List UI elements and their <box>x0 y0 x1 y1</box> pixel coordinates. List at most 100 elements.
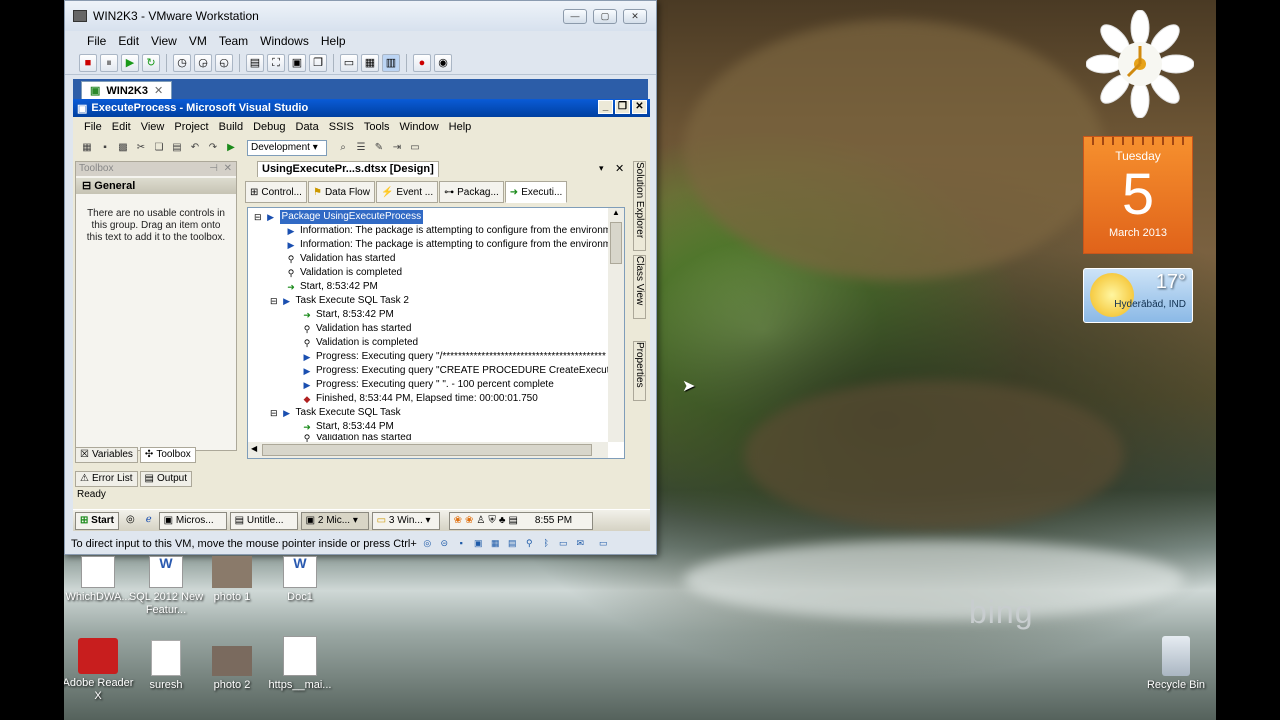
scroll-up-icon[interactable]: ▲ <box>608 208 624 222</box>
vs-menu-debug[interactable]: Debug <box>248 121 290 133</box>
pin-icon[interactable]: ⊣ <box>209 162 218 176</box>
power-off-icon[interactable]: ■ <box>79 53 97 72</box>
progress-tree[interactable]: ⊟ ▶ Package UsingExecuteProcess ▶ Informati… <box>247 207 625 459</box>
network-icon[interactable]: ▦ <box>489 537 502 550</box>
horizontal-scrollbar[interactable]: ◀ <box>248 442 608 458</box>
record-icon[interactable]: ● <box>413 53 431 72</box>
taskbar-item[interactable]: ▤ Untitle... <box>229 511 298 530</box>
tab-package-explorer[interactable]: ⊶ Packag... <box>439 181 504 203</box>
tree-row[interactable]: ➜ Start, 8:53:42 PM <box>302 308 394 322</box>
menu-edit[interactable]: Edit <box>112 34 145 48</box>
doc-close-icon[interactable]: ✕ <box>615 162 624 175</box>
tab-toolbox[interactable]: ✣ Toolbox <box>139 447 196 463</box>
vs-close-button[interactable]: ✕ <box>632 100 647 114</box>
desktop-icon-recycle-bin[interactable]: Recycle Bin <box>1136 636 1216 692</box>
find-icon[interactable]: ⌕ <box>335 140 351 156</box>
reset-icon[interactable]: ↻ <box>142 53 160 72</box>
tray-icon[interactable]: ♙ <box>476 513 485 529</box>
tree-row[interactable]: ➜ Start, 8:53:42 PM <box>286 280 378 294</box>
save-all-icon[interactable]: ▩ <box>115 140 131 156</box>
tree-row[interactable]: ▶ Progress: Executing query "/***********… <box>302 350 606 364</box>
vs-titlebar[interactable]: ▣ ExecuteProcess - Microsoft Visual Stud… <box>73 99 650 117</box>
tab-control-flow[interactable]: ⊞ Control... <box>245 181 307 203</box>
vs-menu-project[interactable]: Project <box>169 121 213 133</box>
tab-solution-explorer[interactable]: Solution Explorer <box>633 161 646 251</box>
paste-icon[interactable]: ▤ <box>169 140 185 156</box>
vmware-window[interactable]: WIN2K3 - VMware Workstation — ▢ ✕ File E… <box>64 0 657 555</box>
tree-row[interactable]: ▶ Information: The package is attempting … <box>286 238 612 252</box>
desktop-icon-doc1[interactable]: W Doc1 <box>260 556 340 604</box>
tab-variables[interactable]: ☒ Variables <box>75 447 138 463</box>
tray-icon[interactable]: ▤ <box>508 513 517 529</box>
tab-output[interactable]: ▤ Output <box>139 471 193 487</box>
start-button[interactable]: ⊞ Start <box>75 511 119 530</box>
vs-menu-file[interactable]: File <box>79 121 107 133</box>
package-designer[interactable]: UsingExecutePr...s.dtsx [Design] ▾ ✕ ⊞ Co… <box>243 161 631 461</box>
disk-icon[interactable]: ⊝ <box>438 537 451 550</box>
summary-view-icon[interactable]: ▦ <box>361 53 379 72</box>
scroll-thumb[interactable] <box>262 444 592 456</box>
sidebar-icon[interactable]: ▤ <box>246 53 264 72</box>
printer-icon[interactable]: ▤ <box>506 537 519 550</box>
suspend-icon[interactable]: ⏸ <box>100 53 118 72</box>
weather-gadget[interactable]: 17° Hyderābād, IND <box>1083 268 1193 323</box>
fullscreen-icon[interactable]: ▭ <box>597 537 610 550</box>
copy-icon[interactable]: ❏ <box>151 140 167 156</box>
usb-icon[interactable]: ⚲ <box>523 537 536 550</box>
taskbar-item[interactable]: ▣ 2 Mic... ▾ <box>300 511 369 530</box>
vs-minimize-button[interactable]: _ <box>598 100 613 114</box>
console-view-icon[interactable]: ▭ <box>340 53 358 72</box>
message-icon[interactable]: ✉ <box>574 537 587 550</box>
tree-row[interactable]: ⚲ Validation has started <box>286 252 396 266</box>
vs-menu-tools[interactable]: Tools <box>359 121 395 133</box>
menu-help[interactable]: Help <box>315 34 352 48</box>
tree-row[interactable]: ◆ Finished, 8:53:44 PM, Elapsed time: 00:… <box>302 392 538 406</box>
vs-menu-edit[interactable]: Edit <box>107 121 136 133</box>
tab-execution-results[interactable]: ➜ Executi... <box>504 181 568 203</box>
tree-row[interactable]: ⊟ ▶ Package UsingExecuteProcess <box>254 210 424 224</box>
revert-snapshot-icon[interactable]: ◶ <box>194 53 212 72</box>
export-icon[interactable]: ⇥ <box>389 140 405 156</box>
configuration-dropdown[interactable]: Development ▾ <box>247 140 327 156</box>
tray-icon[interactable]: ❀ <box>454 513 462 529</box>
vs-menu-view[interactable]: View <box>136 121 170 133</box>
power-on-icon[interactable]: ▶ <box>121 53 139 72</box>
menu-view[interactable]: View <box>145 34 183 48</box>
replay-icon[interactable]: ◉ <box>434 53 452 72</box>
tree-row[interactable]: ⊟ ▶ Task Execute SQL Task 2 <box>270 294 409 308</box>
vs-restore-button[interactable]: ❐ <box>615 100 630 114</box>
doc-dropdown-icon[interactable]: ▾ <box>599 163 604 174</box>
clock-gadget[interactable] <box>1085 9 1195 119</box>
vm-tab-win2k3[interactable]: ▣ WIN2K3 ✕ <box>81 81 173 99</box>
undo-icon[interactable]: ↶ <box>187 140 203 156</box>
properties-icon[interactable]: ☰ <box>353 140 369 156</box>
redo-icon[interactable]: ↷ <box>205 140 221 156</box>
device-icon[interactable]: ◎ <box>421 537 434 550</box>
quicklaunch-icon[interactable]: ◎ <box>122 512 139 530</box>
tree-row[interactable]: ➜ Start, 8:53:44 PM <box>302 420 394 434</box>
guest-screen[interactable]: ▣ ExecuteProcess - Microsoft Visual Stud… <box>73 99 650 531</box>
tab-data-flow[interactable]: ⚑ Data Flow <box>307 181 375 203</box>
close-tab-icon[interactable]: ✕ <box>154 84 163 97</box>
window-icon[interactable]: ▭ <box>407 140 423 156</box>
menu-windows[interactable]: Windows <box>254 34 315 48</box>
bluetooth-icon[interactable]: ᛒ <box>540 537 553 550</box>
tray-icon[interactable]: ♣ <box>499 513 506 529</box>
snapshot-manager-icon[interactable]: ◵ <box>215 53 233 72</box>
document-tab[interactable]: UsingExecutePr...s.dtsx [Design] <box>243 161 631 177</box>
vs-menu-ssis[interactable]: SSIS <box>324 121 359 133</box>
shield-icon[interactable]: ⛨ <box>488 513 496 529</box>
floppy-icon[interactable]: ▪ <box>455 537 468 550</box>
vs-menu-window[interactable]: Window <box>395 121 444 133</box>
ie-icon[interactable]: ℯ <box>142 512 156 530</box>
tree-row[interactable]: ⚲ Validation is completed <box>302 336 418 350</box>
tree-row[interactable]: ▶ Progress: Executing query " ". - 100 pe… <box>302 378 554 392</box>
tools-icon[interactable]: ✎ <box>371 140 387 156</box>
unity-icon[interactable]: ❐ <box>309 53 327 72</box>
vmware-titlebar[interactable]: WIN2K3 - VMware Workstation — ▢ ✕ <box>65 1 656 31</box>
tree-row[interactable]: ▶ Information: The package is attempting … <box>286 224 612 238</box>
taskbar-item[interactable]: ▭ 3 Win... ▾ <box>371 511 440 530</box>
start-debugging-icon[interactable]: ▶ <box>223 140 239 156</box>
vertical-scrollbar[interactable]: ▲ <box>608 208 624 442</box>
display-icon[interactable]: ▭ <box>557 537 570 550</box>
